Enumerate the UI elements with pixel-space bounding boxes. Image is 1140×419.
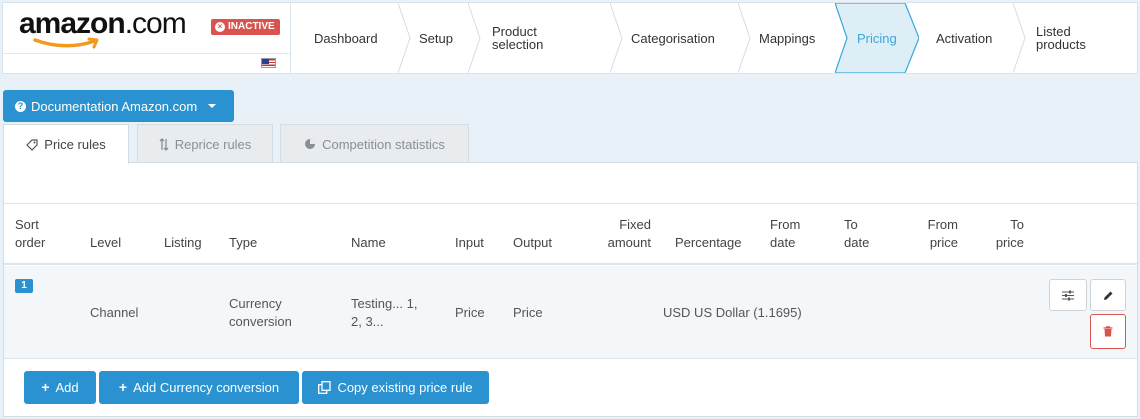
cell-type: Currency conversion xyxy=(229,296,292,329)
cell-input: Price xyxy=(455,305,485,320)
add-button[interactable]: + Add xyxy=(24,371,96,404)
channel-logo-box: amazon.com × INACTIVE xyxy=(3,3,291,73)
app-header: amazon.com × INACTIVE Dashboard Setup Pr… xyxy=(2,2,1138,74)
column-fixed-amount[interactable]: Fixed amount xyxy=(594,216,651,252)
step-mappings[interactable]: Mappings xyxy=(759,3,815,73)
cell-name: Testing... 1, 2, 3... xyxy=(351,296,418,329)
plus-icon: + xyxy=(118,379,128,395)
amazon-smile-icon xyxy=(33,37,99,49)
delete-button[interactable] xyxy=(1090,314,1126,349)
column-type[interactable]: Type xyxy=(229,234,257,252)
cell-output: Price xyxy=(513,305,543,320)
sort-order-badge: 1 xyxy=(15,279,33,293)
copy-price-rule-button[interactable]: Copy existing price rule xyxy=(302,371,489,404)
pencil-icon xyxy=(1103,291,1112,300)
add-currency-conversion-button[interactable]: + Add Currency conversion xyxy=(99,371,299,404)
tab-competition-statistics[interactable]: Competition statistics xyxy=(280,124,469,163)
table-header: Sort order Level Listing Type Name Input … xyxy=(4,203,1137,265)
documentation-dropdown-button[interactable]: ? Documentation Amazon.com xyxy=(3,90,234,122)
column-from-date[interactable]: From date xyxy=(770,216,800,252)
column-from-price[interactable]: From price xyxy=(914,216,958,252)
step-dashboard[interactable]: Dashboard xyxy=(314,3,378,73)
cell-level: Channel xyxy=(90,305,139,320)
step-listed-products[interactable]: Listed products xyxy=(1036,3,1086,73)
column-sort-order[interactable]: Sort order xyxy=(15,216,45,252)
pie-chart-icon xyxy=(305,139,316,149)
settings-button[interactable] xyxy=(1049,279,1087,311)
column-to-price[interactable]: To price xyxy=(984,216,1024,252)
table-row: 1 Channel Currency conversion Testing... … xyxy=(4,266,1137,359)
price-rules-panel: Sort order Level Listing Type Name Input … xyxy=(3,162,1138,417)
step-separator xyxy=(398,3,411,73)
column-level[interactable]: Level xyxy=(90,234,121,252)
step-product-selection[interactable]: Product selection xyxy=(492,3,543,73)
step-separator xyxy=(610,3,623,73)
divider xyxy=(3,53,290,54)
trash-icon xyxy=(1103,326,1113,337)
sort-arrows-icon xyxy=(159,137,169,151)
column-listing[interactable]: Listing xyxy=(164,234,202,252)
tag-icon xyxy=(26,138,38,151)
step-pricing[interactable]: Pricing xyxy=(857,3,897,73)
column-to-date[interactable]: To date xyxy=(844,216,869,252)
caret-down-icon xyxy=(208,104,217,108)
step-activation[interactable]: Activation xyxy=(936,3,992,73)
amazon-logo: amazon.com xyxy=(19,7,187,40)
column-percentage[interactable]: Percentage xyxy=(675,234,742,252)
column-input[interactable]: Input xyxy=(455,234,484,252)
step-separator xyxy=(468,3,481,73)
copy-icon xyxy=(318,381,332,394)
sliders-icon xyxy=(1062,290,1074,300)
step-separator xyxy=(1013,3,1026,73)
tab-reprice-rules[interactable]: Reprice rules xyxy=(137,124,273,163)
cell-percentage: USD US Dollar (1.1695) xyxy=(663,305,802,320)
column-output[interactable]: Output xyxy=(513,234,552,252)
edit-button[interactable] xyxy=(1090,279,1126,311)
us-flag-icon[interactable] xyxy=(261,58,276,68)
step-separator xyxy=(738,3,751,73)
status-badge: × INACTIVE xyxy=(211,19,280,35)
close-circle-icon: × xyxy=(215,22,225,32)
step-setup[interactable]: Setup xyxy=(419,3,453,73)
wizard-steps: Dashboard Setup Product selection Categor… xyxy=(292,3,1138,73)
tab-price-rules[interactable]: Price rules xyxy=(3,124,129,164)
step-categorisation[interactable]: Categorisation xyxy=(631,3,715,73)
question-circle-icon: ? xyxy=(15,100,26,112)
plus-icon: + xyxy=(41,379,50,395)
column-name[interactable]: Name xyxy=(351,234,386,252)
